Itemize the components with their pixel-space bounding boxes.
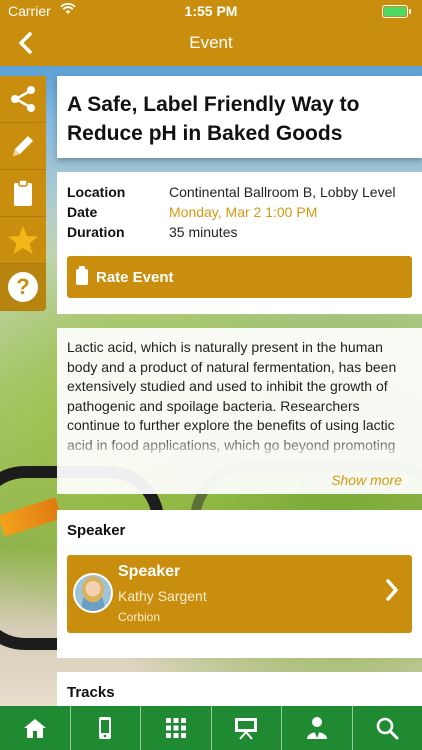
favorite-button[interactable] xyxy=(0,217,46,264)
date-value[interactable]: Monday, Mar 2 1:00 PM xyxy=(169,202,317,222)
tab-search[interactable] xyxy=(353,706,422,750)
help-button[interactable]: ? xyxy=(0,264,46,311)
pencil-icon xyxy=(13,136,33,156)
location-value: Continental Ballroom B, Lobby Level xyxy=(169,184,396,200)
battery-icon xyxy=(382,5,411,18)
status-bar: Carrier 1:55 PM xyxy=(0,0,422,22)
event-info-card: Location Continental Ballroom B, Lobby L… xyxy=(57,172,422,314)
presentation-icon xyxy=(235,718,258,740)
duration-value: 35 minutes xyxy=(169,224,238,240)
description-text: Lactic acid, which is naturally present … xyxy=(67,339,397,453)
event-title-card: A Safe, Label Friendly Way to Reduce pH … xyxy=(57,76,422,158)
navigation-bar: Event xyxy=(0,22,422,66)
location-row: Location Continental Ballroom B, Lobby L… xyxy=(67,182,412,202)
tab-sessions[interactable] xyxy=(212,706,282,750)
description-card: Lactic acid, which is naturally present … xyxy=(57,328,422,494)
tab-mobile[interactable] xyxy=(71,706,141,750)
speaker-row-heading: Speaker xyxy=(118,563,181,580)
clipboard-icon xyxy=(76,266,88,285)
share-button[interactable] xyxy=(0,76,46,123)
share-icon xyxy=(11,86,35,112)
help-icon: ? xyxy=(8,272,38,302)
clipboard-icon xyxy=(14,179,32,206)
tab-home[interactable] xyxy=(0,706,71,750)
phone-icon xyxy=(99,717,112,739)
speaker-organization: Corbion xyxy=(118,610,161,624)
speaker-section: Speaker Speaker Kathy Sargent Corbion xyxy=(57,510,422,658)
rate-event-button[interactable]: Rate Event xyxy=(67,256,412,298)
status-time: 1:55 PM xyxy=(184,3,238,19)
nav-title: Event xyxy=(189,33,233,52)
speaker-section-heading: Speaker xyxy=(67,522,126,539)
survey-button[interactable] xyxy=(0,170,46,217)
date-label: Date xyxy=(67,204,98,220)
star-icon xyxy=(8,226,38,254)
speaker-row[interactable]: Speaker Kathy Sargent Corbion xyxy=(67,555,412,633)
grid-icon xyxy=(165,718,186,738)
location-label: Location xyxy=(67,184,126,200)
event-title: A Safe, Label Friendly Way to Reduce pH … xyxy=(67,93,360,145)
speaker-avatar xyxy=(73,573,113,613)
search-icon xyxy=(376,717,399,740)
duration-row: Duration 35 minutes xyxy=(67,222,412,242)
tracks-section-heading: Tracks xyxy=(67,684,115,701)
home-icon xyxy=(23,719,46,738)
chevron-right-icon xyxy=(384,577,400,610)
rate-event-label: Rate Event xyxy=(96,268,174,286)
tab-attendees[interactable] xyxy=(282,706,353,750)
event-screen: Carrier 1:55 PM Event ? A Safe, Label Fr… xyxy=(0,0,422,750)
person-icon xyxy=(306,717,327,739)
duration-label: Duration xyxy=(67,224,125,240)
show-more-link[interactable]: Show more xyxy=(331,472,402,488)
speaker-name: Kathy Sargent xyxy=(118,588,207,604)
action-rail: ? xyxy=(0,76,46,311)
bottom-tab-bar xyxy=(0,706,422,750)
note-button[interactable] xyxy=(0,123,46,170)
date-row: Date Monday, Mar 2 1:00 PM xyxy=(67,202,412,222)
tab-menu-grid[interactable] xyxy=(141,706,212,750)
